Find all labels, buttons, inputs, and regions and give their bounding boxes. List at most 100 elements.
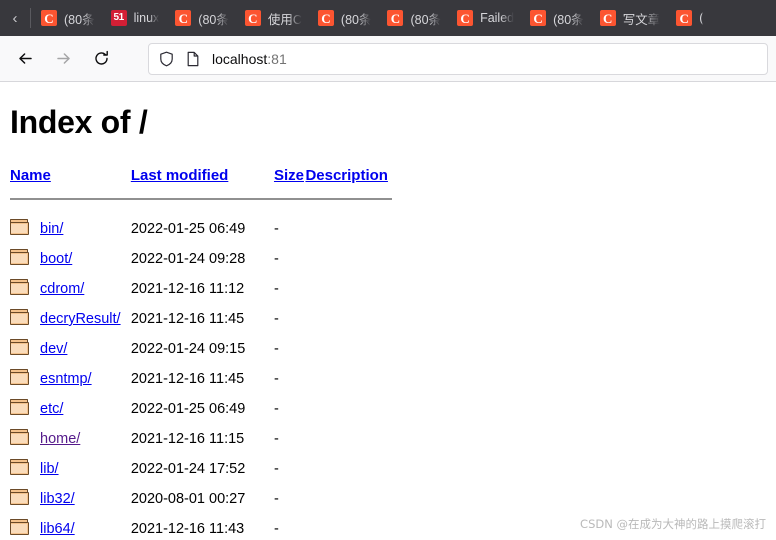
row-description-cell (305, 484, 392, 514)
csdn-icon: C (599, 10, 616, 26)
browser-tab[interactable]: C (80条 (31, 0, 101, 36)
forward-button[interactable] (46, 42, 80, 76)
csdn-icon: C (676, 10, 693, 26)
row-size-cell: - (273, 431, 279, 447)
sort-by-name-link[interactable]: Name (10, 167, 51, 184)
directory-listing-table: Name Last modified Size Description bin/… (10, 167, 392, 540)
row-name-cell: lib32/ (40, 484, 131, 514)
table-row: lib32/2020-08-01 00:27 - (10, 484, 392, 514)
row-name-cell: decryResult/ (40, 304, 131, 334)
row-last-modified-cell: 2022-01-25 06:49 (130, 221, 246, 237)
directory-link[interactable]: boot/ (40, 251, 72, 267)
row-last-modified-cell: 2021-12-16 11:45 (130, 311, 245, 327)
browser-tab[interactable]: C Failed (447, 0, 520, 36)
arrow-right-icon (55, 50, 72, 67)
reload-icon (93, 50, 110, 67)
directory-link[interactable]: lib32/ (40, 491, 75, 507)
row-name-cell: dev/ (40, 334, 131, 364)
url-bar[interactable]: localhost:81 (148, 42, 768, 75)
tab-title: ( (699, 11, 704, 25)
listing-rule-cell (10, 186, 392, 214)
folder-icon (10, 219, 30, 236)
browser-tab[interactable]: C (80条 (377, 0, 447, 36)
browser-tab[interactable]: C( (666, 0, 709, 36)
back-button[interactable] (8, 42, 42, 76)
row-last-modified-cell: 2022-01-24 17:52 (130, 461, 246, 477)
chevron-left-icon[interactable]: ‹ (0, 0, 30, 36)
row-description-cell (305, 364, 392, 394)
column-header-description: Description (305, 167, 392, 186)
row-last-modified-cell: 2022-01-25 06:49 (130, 401, 246, 417)
folder-icon (10, 459, 30, 476)
directory-link[interactable]: esntmp/ (40, 371, 92, 387)
row-description-cell (305, 424, 392, 454)
row-size-cell: - (273, 461, 279, 477)
browser-tab[interactable]: C (80条 (308, 0, 378, 36)
url-text: localhost:81 (212, 51, 287, 67)
tab-title: (80条 (340, 12, 372, 27)
page-icon[interactable] (186, 51, 200, 67)
row-last-modified-cell: 2022-01-24 09:15 (130, 341, 246, 357)
table-row: bin/2022-01-25 06:49 - (10, 214, 392, 244)
directory-link[interactable]: cdrom/ (40, 281, 84, 297)
browser-tab[interactable]: C (80条 (520, 0, 590, 36)
row-last-modified-cell: 2021-12-16 11:15 (130, 431, 245, 447)
table-row: esntmp/2021-12-16 11:45 - (10, 364, 392, 394)
row-size-cell: - (273, 311, 279, 327)
browser-tab[interactable]: C (80条 (165, 0, 235, 36)
directory-link[interactable]: lib64/ (40, 521, 75, 537)
row-size-cell: - (273, 521, 279, 537)
tab-list: C (80条 51 linux C (80条 C 使用C C (80条 C (80条 C Failed C(… (31, 0, 776, 36)
row-description-cell (305, 244, 392, 274)
row-name-cell: home/ (40, 424, 131, 454)
row-last-modified-cell: 2022-01-24 09:28 (130, 251, 246, 267)
sort-by-description-link[interactable]: Description (305, 167, 388, 184)
sort-by-last-modified-link[interactable]: Last modified (131, 167, 229, 184)
row-icon-cell (10, 274, 40, 304)
url-port: :81 (267, 50, 287, 67)
browser-tab[interactable]: C 使用C (235, 0, 308, 36)
tab-title: 写文章 (622, 12, 661, 27)
directory-link[interactable]: dev/ (40, 341, 67, 357)
row-name-cell: lib64/ (40, 514, 131, 540)
row-description-cell (305, 394, 392, 424)
watermark: CSDN @在成为大神的路上摸爬滚打 (580, 517, 766, 531)
row-last-modified-cell: 2021-12-16 11:45 (130, 371, 245, 387)
listing-header-rule-row (10, 186, 392, 214)
row-size-cell: - (273, 371, 279, 387)
column-header-name: Name (10, 167, 131, 186)
51cto-icon: 51 (110, 10, 127, 26)
directory-link[interactable]: etc/ (40, 401, 63, 417)
tab-title: (80条 (64, 12, 95, 27)
folder-icon (10, 309, 30, 326)
browser-tab[interactable]: 51 linux (101, 0, 166, 36)
folder-icon (10, 249, 30, 266)
listing-header-row: Name Last modified Size Description (10, 167, 392, 186)
folder-icon (10, 429, 30, 446)
table-row: home/2021-12-16 11:15 - (10, 424, 392, 454)
table-row: lib64/2021-12-16 11:43 - (10, 514, 392, 540)
arrow-left-icon (17, 50, 34, 67)
csdn-icon: C (530, 10, 547, 26)
column-header-size: Size (274, 167, 305, 186)
directory-link[interactable]: decryResult/ (40, 311, 121, 327)
shield-icon[interactable] (159, 51, 174, 67)
directory-link[interactable]: home/ (40, 431, 80, 447)
row-size-cell: - (273, 341, 279, 357)
reload-button[interactable] (84, 42, 118, 76)
directory-link[interactable]: lib/ (40, 461, 59, 477)
row-icon-cell (10, 244, 40, 274)
directory-link[interactable]: bin/ (40, 221, 63, 237)
row-size-cell: - (273, 281, 279, 297)
tab-strip: ‹ C (80条 51 linux C (80条 C 使用C C (80条 C (80条 C Failed… (0, 0, 776, 36)
browser-tab[interactable]: C 写文章 (590, 0, 667, 36)
folder-icon (10, 279, 30, 296)
page-title: Index of / (10, 104, 148, 140)
row-icon-cell (10, 454, 40, 484)
table-row: decryResult/2021-12-16 11:45 - (10, 304, 392, 334)
horizontal-rule (10, 197, 392, 200)
sort-by-size-link[interactable]: Size (274, 167, 304, 184)
row-icon-cell (10, 304, 40, 334)
tab-title: (80条 (410, 12, 442, 27)
folder-icon (10, 519, 30, 536)
